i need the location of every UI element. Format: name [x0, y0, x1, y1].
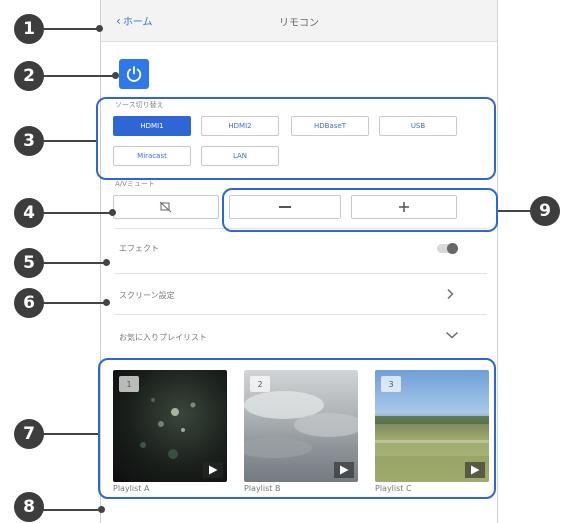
source-highlight-frame	[96, 97, 496, 180]
av-mute-button[interactable]	[113, 195, 219, 219]
power-icon	[126, 66, 142, 82]
callout-6: 6	[14, 288, 44, 318]
callout-5-dot	[103, 259, 110, 266]
chevron-right-icon[interactable]	[445, 288, 455, 300]
callout-4: 4	[14, 198, 44, 228]
callout-4-line	[42, 212, 112, 214]
power-button[interactable]	[119, 59, 149, 89]
effect-label: エフェクト	[119, 244, 159, 253]
playlist-highlight-frame	[98, 358, 496, 499]
callout-8-dot	[98, 506, 105, 513]
chevron-down-icon[interactable]	[445, 330, 459, 340]
callout-9: 9	[530, 196, 560, 226]
mute-icon	[159, 201, 172, 213]
callout-7-line	[42, 433, 98, 435]
callout-1-dot	[96, 25, 103, 32]
callout-1: 1	[14, 14, 44, 44]
divider	[115, 273, 487, 274]
favorite-playlists-label: お気に入りプレイリスト	[119, 333, 207, 342]
toggle-knob	[447, 243, 458, 254]
app-bar: ‹ ホーム リモコン	[101, 0, 497, 42]
divider	[115, 314, 487, 315]
callout-2-line	[42, 75, 116, 77]
effect-toggle[interactable]	[437, 243, 458, 254]
callout-2: 2	[14, 61, 44, 91]
callout-7: 7	[14, 419, 44, 449]
av-mute-label: A/Vミュート	[115, 180, 155, 188]
callout-9-line	[498, 210, 534, 212]
callout-5-line	[42, 262, 106, 264]
callout-6-dot	[103, 299, 110, 306]
callout-6-line	[42, 302, 106, 304]
callout-2-dot	[112, 72, 119, 79]
callout-4-dot	[109, 209, 116, 216]
callout-8-line	[42, 509, 102, 511]
callout-8: 8	[14, 492, 44, 522]
screen-settings-label: スクリーン設定	[119, 291, 175, 300]
callout-3-line	[42, 140, 96, 142]
callout-3: 3	[14, 126, 44, 156]
callout-1-line	[42, 28, 100, 30]
volume-highlight-frame	[222, 188, 498, 232]
page-title: リモコン	[279, 18, 319, 29]
callout-5: 5	[14, 248, 44, 278]
